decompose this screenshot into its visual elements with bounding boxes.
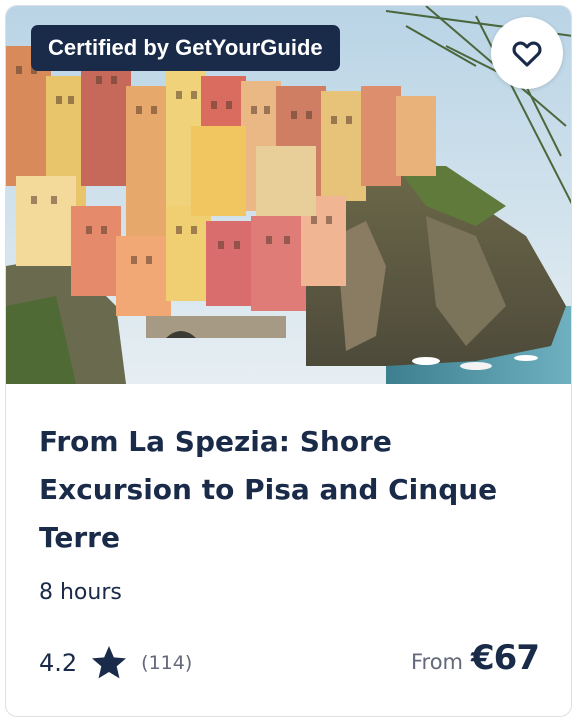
activity-title[interactable]: From La Spezia: Shore Excursion to Pisa … — [39, 418, 539, 562]
price-row: From €67 — [410, 638, 540, 678]
rating-row: 4.2 (114) — [39, 641, 192, 685]
hero-image[interactable]: Certified by GetYourGuide — [6, 6, 571, 384]
rating-value: 4.2 — [39, 649, 78, 677]
review-count: (114) — [141, 652, 193, 674]
heart-outline-icon — [512, 41, 542, 67]
activity-duration: 8 hours — [39, 580, 122, 605]
price-prefix: From — [410, 650, 464, 674]
star-filled-icon — [92, 646, 127, 679]
price-value: €67 — [471, 638, 540, 678]
wishlist-button[interactable] — [491, 17, 563, 89]
certified-badge: Certified by GetYourGuide — [31, 25, 340, 71]
activity-card[interactable]: Certified by GetYourGuide From La Spezia… — [5, 5, 572, 717]
